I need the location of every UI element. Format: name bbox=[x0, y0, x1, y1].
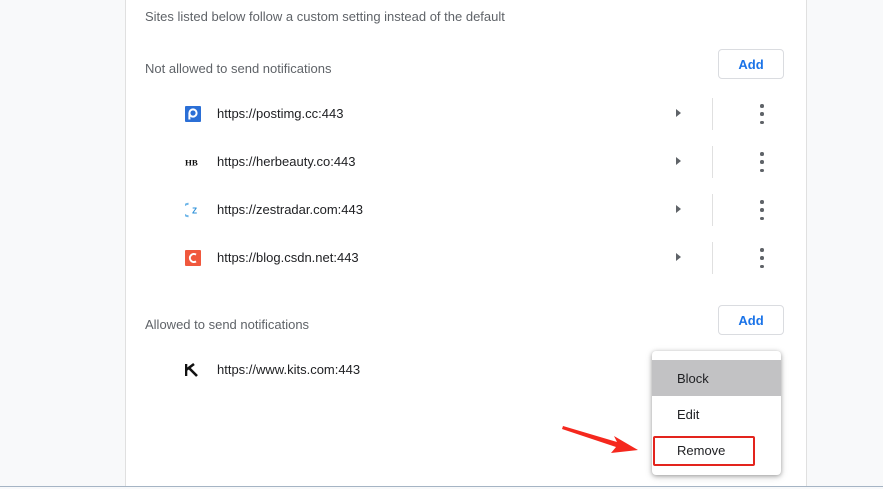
add-blocked-button[interactable]: Add bbox=[718, 49, 784, 79]
site-url: https://postimg.cc:443 bbox=[217, 106, 344, 121]
svg-text:Z: Z bbox=[192, 207, 197, 216]
csdn-favicon bbox=[185, 250, 201, 266]
blocked-section-label: Not allowed to send notifications bbox=[145, 61, 332, 76]
more-actions-icon[interactable] bbox=[757, 248, 767, 268]
site-url: https://herbeauty.co:443 bbox=[217, 154, 356, 169]
expand-arrow-icon[interactable] bbox=[676, 253, 681, 261]
zestradar-favicon: Z bbox=[185, 202, 201, 218]
expand-arrow-icon[interactable] bbox=[676, 205, 681, 213]
more-actions-icon[interactable] bbox=[757, 104, 767, 124]
site-row-postimg[interactable]: https://postimg.cc:443 bbox=[126, 90, 806, 138]
more-actions-icon[interactable] bbox=[757, 152, 767, 172]
site-context-menu: Block Edit Remove bbox=[652, 351, 781, 475]
menu-item-label: Edit bbox=[677, 407, 700, 422]
menu-item-block[interactable]: Block bbox=[652, 360, 781, 396]
divider bbox=[712, 194, 713, 226]
expand-arrow-icon[interactable] bbox=[676, 109, 681, 117]
divider bbox=[712, 98, 713, 130]
svg-text:HB: HB bbox=[185, 158, 198, 168]
site-row-zestradar[interactable]: Z https://zestradar.com:443 bbox=[126, 186, 806, 234]
site-row-herbeauty[interactable]: HB https://herbeauty.co:443 bbox=[126, 138, 806, 186]
divider bbox=[712, 242, 713, 274]
site-url: https://www.kits.com:443 bbox=[217, 362, 361, 377]
expand-arrow-icon[interactable] bbox=[676, 157, 681, 165]
kits-favicon bbox=[185, 362, 201, 378]
intro-text: Sites listed below follow a custom setti… bbox=[145, 9, 505, 24]
red-arrow-icon bbox=[562, 426, 638, 453]
herbeauty-favicon: HB bbox=[185, 154, 201, 170]
postimg-favicon bbox=[185, 106, 201, 122]
add-allowed-button[interactable]: Add bbox=[718, 305, 784, 335]
site-row-csdn[interactable]: https://blog.csdn.net:443 bbox=[126, 234, 806, 282]
menu-item-label: Block bbox=[677, 371, 709, 386]
allowed-section-label: Allowed to send notifications bbox=[145, 317, 310, 332]
site-url: https://blog.csdn.net:443 bbox=[217, 250, 359, 265]
bottom-divider bbox=[0, 486, 883, 487]
more-actions-icon[interactable] bbox=[757, 200, 767, 220]
menu-item-edit[interactable]: Edit bbox=[652, 396, 781, 432]
remove-highlight-box bbox=[653, 436, 755, 466]
divider bbox=[712, 146, 713, 178]
site-url: https://zestradar.com:443 bbox=[217, 202, 363, 217]
